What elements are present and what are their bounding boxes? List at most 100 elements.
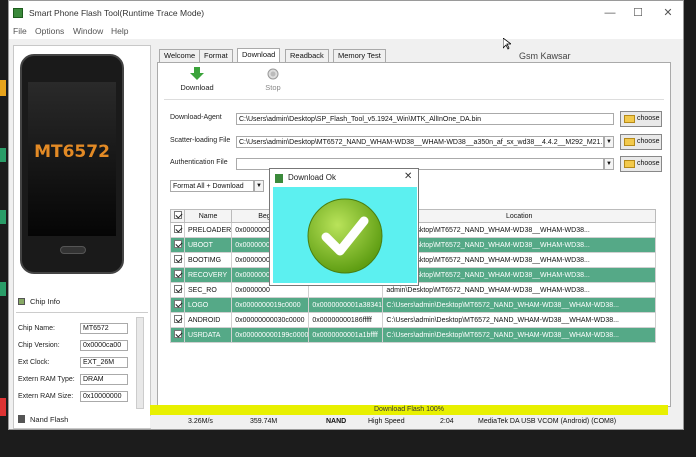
- table-row[interactable]: USRDATA 0x000000000199c0000 0x0000000001a1…: [170, 327, 656, 343]
- row-checkbox-cell: [170, 237, 185, 253]
- format-select[interactable]: Format All + Download: [170, 180, 254, 192]
- format-select-arrow[interactable]: ▼: [254, 180, 264, 192]
- row-location: admin\Desktop\MT6572_NAND_WHAM-WD38__WHA…: [382, 237, 656, 253]
- row-end: 0x0000000001a38341: [308, 297, 384, 313]
- status-time: 2:04: [440, 418, 454, 425]
- minimize-button[interactable]: —: [599, 5, 621, 21]
- row-checkbox[interactable]: [174, 240, 182, 248]
- desktop-strip-right: [684, 0, 696, 457]
- menu-file[interactable]: File: [13, 26, 27, 36]
- table-row[interactable]: LOGO 0x0000000019c0000 0x0000000001a38341 C…: [170, 297, 656, 313]
- status-type: NAND: [326, 418, 347, 425]
- scatter-dropdown-arrow[interactable]: ▼: [604, 136, 614, 148]
- desktop-app-icon[interactable]: [0, 210, 6, 224]
- download-label: Download: [180, 83, 214, 92]
- title-bar: Smart Phone Flash Tool(Runtime Trace Mod…: [9, 1, 683, 25]
- scatter-field[interactable]: C:\Users\admin\Desktop\MT6572_NAND_WHAM-…: [236, 136, 604, 148]
- progress-bar: Download Flash 100%: [150, 405, 668, 415]
- row-name: RECOVERY: [183, 267, 233, 283]
- row-end: 0x0000000001a1bffff: [308, 327, 384, 343]
- row-begin: 0x0000000019c0000: [231, 297, 310, 313]
- row-checkbox-cell: [170, 267, 185, 283]
- row-checkbox-cell: [170, 252, 185, 268]
- tab-welcome[interactable]: Welcome: [159, 49, 201, 62]
- row-checkbox[interactable]: [174, 315, 182, 323]
- row-checkbox-cell: [170, 312, 185, 328]
- row-location: admin\Desktop\MT6572_NAND_WHAM-WD38__WHA…: [382, 252, 656, 268]
- row-end: 0x00000000186fffff: [308, 312, 384, 328]
- dialog-title: Download Ok: [288, 173, 337, 182]
- dialog-body: [273, 187, 417, 283]
- ram-type-value: DRAM: [80, 374, 128, 385]
- row-checkbox[interactable]: [174, 255, 182, 263]
- row-checkbox[interactable]: [174, 285, 182, 293]
- row-location: C:\Users\admin\Desktop\MT6572_NAND_WHAM-…: [382, 297, 656, 313]
- desktop-app-icon[interactable]: [0, 398, 6, 416]
- desktop-app-icon[interactable]: [0, 80, 6, 96]
- tab-download[interactable]: Download: [237, 48, 281, 62]
- download-agent-field[interactable]: C:\Users\admin\Desktop\SP_Flash_Tool_v5.…: [236, 113, 614, 125]
- desktop-app-icon[interactable]: [0, 148, 6, 162]
- ram-size-value: 0x10000000: [80, 391, 128, 402]
- chip-info-panel: Chip Name: MT6572 Chip Version: 0x0000ca…: [16, 312, 148, 412]
- row-checkbox-cell: [170, 222, 185, 238]
- row-checkbox[interactable]: [174, 330, 182, 338]
- phone-image: MT6572: [20, 54, 124, 274]
- stop-label: Stop: [265, 83, 281, 92]
- toolbar-divider: [164, 99, 664, 100]
- row-begin: 0x00000000030c0000: [231, 312, 310, 328]
- scatter-choose-button[interactable]: choose: [620, 134, 662, 150]
- folder-icon: [624, 138, 635, 146]
- checkmark-icon: [307, 198, 383, 274]
- row-location: C:\Users\admin\Desktop\MT6572_NAND_WHAM-…: [382, 312, 656, 328]
- nand-flash-item[interactable]: Nand Flash: [18, 414, 148, 426]
- tab-format[interactable]: Format: [199, 49, 233, 62]
- row-name: SEC_RO: [183, 282, 233, 298]
- maximize-button[interactable]: ☐: [627, 5, 649, 21]
- chip-info-scrollbar[interactable]: [136, 317, 144, 409]
- choose-label: choose: [637, 138, 660, 145]
- download-button[interactable]: Download: [172, 67, 222, 95]
- phone-chip-label: MT6572: [34, 142, 110, 162]
- nand-flash-label: Nand Flash: [30, 415, 69, 424]
- status-bar: 3.26M/s 359.74M NAND High Speed 2:04 Med…: [150, 416, 668, 428]
- watermark-text: Gsm Kawsar: [519, 51, 571, 61]
- status-port: MediaTek DA USB VCOM (Android) (COM8): [478, 418, 617, 425]
- row-checkbox[interactable]: [174, 225, 182, 233]
- auth-dropdown-arrow[interactable]: ▼: [604, 158, 614, 170]
- ram-size-label: Extern RAM Size:: [18, 393, 74, 400]
- tab-readback[interactable]: Readback: [285, 49, 329, 62]
- close-button[interactable]: ✕: [657, 5, 679, 21]
- header-name: Name: [183, 209, 233, 223]
- chip-version-value: 0x0000ca00: [80, 340, 128, 351]
- row-checkbox-cell: [170, 327, 185, 343]
- tab-memory-test[interactable]: Memory Test: [333, 49, 386, 62]
- chip-version-label: Chip Version:: [18, 342, 60, 349]
- dialog-close-button[interactable]: ✕: [404, 171, 412, 182]
- menu-help[interactable]: Help: [111, 26, 128, 36]
- auth-choose-button[interactable]: choose: [620, 156, 662, 172]
- chip-info-header[interactable]: Chip Info: [18, 296, 148, 308]
- chip-name-label: Chip Name:: [18, 325, 55, 332]
- header-location: Location: [382, 209, 656, 223]
- checkbox[interactable]: [173, 211, 182, 219]
- phone-home-button: [60, 246, 86, 254]
- header-check: [170, 209, 185, 223]
- row-name: BOOTIMG: [183, 252, 233, 268]
- chip-name-value: MT6572: [80, 323, 128, 334]
- download-agent-choose-button[interactable]: choose: [620, 111, 662, 127]
- stop-button[interactable]: Stop: [248, 67, 298, 95]
- row-begin: 0x000000000199c0000: [231, 327, 310, 343]
- row-location: admin\Desktop\MT6572_NAND_WHAM-WD38__WHA…: [382, 222, 656, 238]
- row-checkbox[interactable]: [174, 270, 182, 278]
- desktop-app-icon[interactable]: [0, 282, 6, 296]
- row-name: PRELOADER: [183, 222, 233, 238]
- mouse-cursor-icon: [503, 38, 511, 50]
- menu-options[interactable]: Options: [35, 26, 64, 36]
- table-row[interactable]: ANDROID 0x00000000030c0000 0x00000000186ff…: [170, 312, 656, 328]
- row-name: LOGO: [183, 297, 233, 313]
- menu-window[interactable]: Window: [73, 26, 103, 36]
- row-checkbox[interactable]: [174, 300, 182, 308]
- status-mode: High Speed: [368, 418, 405, 425]
- chip-info-icon: [18, 298, 25, 305]
